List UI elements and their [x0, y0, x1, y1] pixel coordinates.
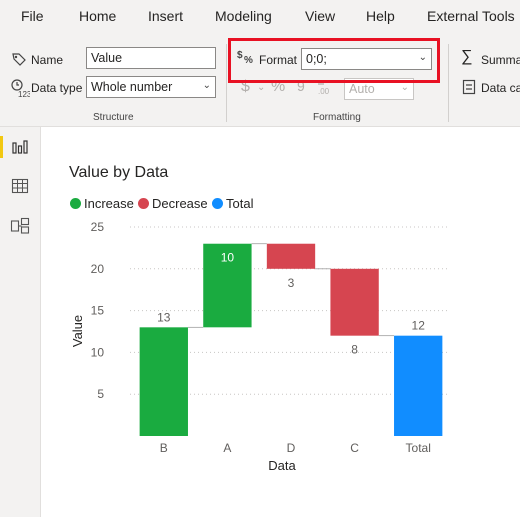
y-tick-label: 25	[91, 220, 105, 234]
x-tick-label: A	[223, 441, 231, 455]
data-label: 12	[412, 319, 426, 333]
y-tick-label: 20	[91, 262, 105, 276]
y-tick-label: 10	[91, 345, 105, 359]
data-label: 3	[288, 276, 295, 290]
waterfall-chart: 5 10 15 20 25 Value Data B 13 A 10 D 3 C 8 Total 12	[70, 220, 450, 473]
y-tick-label: 15	[91, 304, 105, 318]
bar-c	[330, 268, 379, 336]
data-label: 10	[221, 251, 235, 265]
bar-d	[266, 243, 316, 269]
x-tick-label: C	[350, 441, 359, 455]
x-axis-label: Data	[268, 458, 296, 473]
x-tick-label: B	[160, 441, 168, 455]
bar-total	[394, 335, 443, 436]
data-label: 13	[157, 310, 171, 324]
bar-b	[139, 327, 188, 436]
x-tick-label: D	[287, 441, 296, 455]
data-label: 8	[351, 343, 358, 357]
x-tick-label: Total	[406, 441, 431, 455]
y-axis-label: Value	[70, 315, 85, 347]
y-tick-label: 5	[97, 387, 104, 401]
